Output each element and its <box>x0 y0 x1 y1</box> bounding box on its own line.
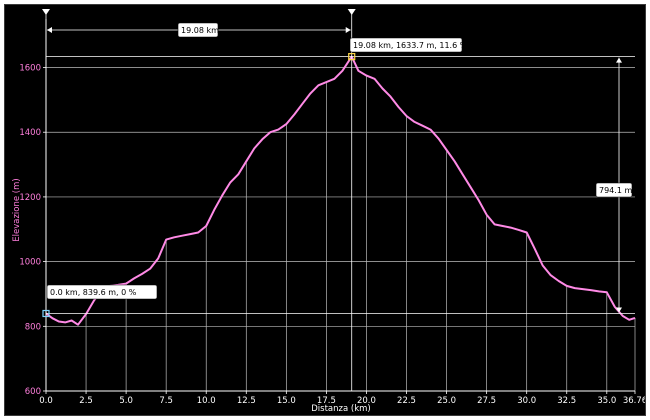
y-tick-label-3: 1200 <box>19 193 41 203</box>
x-tick-label-2: 5.0 <box>119 396 133 406</box>
x-tick-label-9: 22.5 <box>397 396 416 406</box>
x-tick-label-4: 10.0 <box>197 396 216 406</box>
elevation-profile-chart: 0.0 2.5 5.0 7.5 10.0 12.5 15.0 17.5 20.0 22.5 25.0… <box>12 9 645 414</box>
peak-point-label: 19.08 km, 1633.7 m, 11.6 % <box>353 41 468 50</box>
elevation-chart-frame: 0.0 2.5 5.0 7.5 10.0 12.5 15.0 17.5 20.0 22.5 25.0… <box>4 4 646 416</box>
x-tick-label-14: 35.0 <box>597 396 616 406</box>
y-axis-title: Elevazione (m) <box>12 178 22 241</box>
y-tick-label-1: 800 <box>25 322 41 332</box>
x-tick-label-3: 7.5 <box>159 396 173 406</box>
elevation-arrow-up-icon <box>616 57 622 63</box>
peak-point-callout: 19.08 km, 1633.7 m, 11.6 % <box>349 37 468 53</box>
distance-arrow-left-icon <box>47 27 52 33</box>
axes <box>45 19 635 392</box>
elevation-series-line <box>45 55 636 326</box>
y-tick-label-0: 600 <box>25 387 41 397</box>
tick-labels: 0.0 2.5 5.0 7.5 10.0 12.5 15.0 17.5 20.0 22.5 25.0… <box>19 64 645 406</box>
peak-cursor-handle-icon[interactable] <box>347 9 356 15</box>
elevation-delta-callout: 794.1 m <box>595 182 632 198</box>
x-tick-label-6: 15.0 <box>277 396 296 406</box>
start-point-label: 0.0 km, 839.6 m, 0 % <box>50 288 137 297</box>
distance-arrow-right-icon <box>345 27 351 33</box>
start-point-callout: 0.0 km, 839.6 m, 0 % <box>46 284 158 300</box>
cursor-markers <box>42 9 635 391</box>
x-axis-title: Distanza (km) <box>311 404 370 414</box>
x-tick-label-10: 25.0 <box>437 396 456 406</box>
y-tick-label-2: 1000 <box>19 258 41 268</box>
distance-callout: 19.08 km <box>177 22 219 38</box>
x-tick-label-1: 2.5 <box>79 396 93 406</box>
x-tick-label-13: 32.5 <box>557 396 576 406</box>
y-tick-label-5: 1600 <box>19 64 41 74</box>
elevation-delta-label: 794.1 m <box>599 186 632 195</box>
distance-label: 19.08 km <box>181 26 219 35</box>
grid-lines <box>45 67 636 392</box>
start-cursor-handle-icon[interactable] <box>42 9 50 15</box>
x-tick-label-0: 0.0 <box>39 396 53 406</box>
x-tick-label-11: 27.5 <box>477 396 496 406</box>
x-tick-label-5: 12.5 <box>237 396 256 406</box>
y-tick-label-4: 1400 <box>19 128 41 138</box>
x-tick-label-15: 36.76 <box>623 396 645 406</box>
x-tick-label-12: 30.0 <box>517 396 536 406</box>
